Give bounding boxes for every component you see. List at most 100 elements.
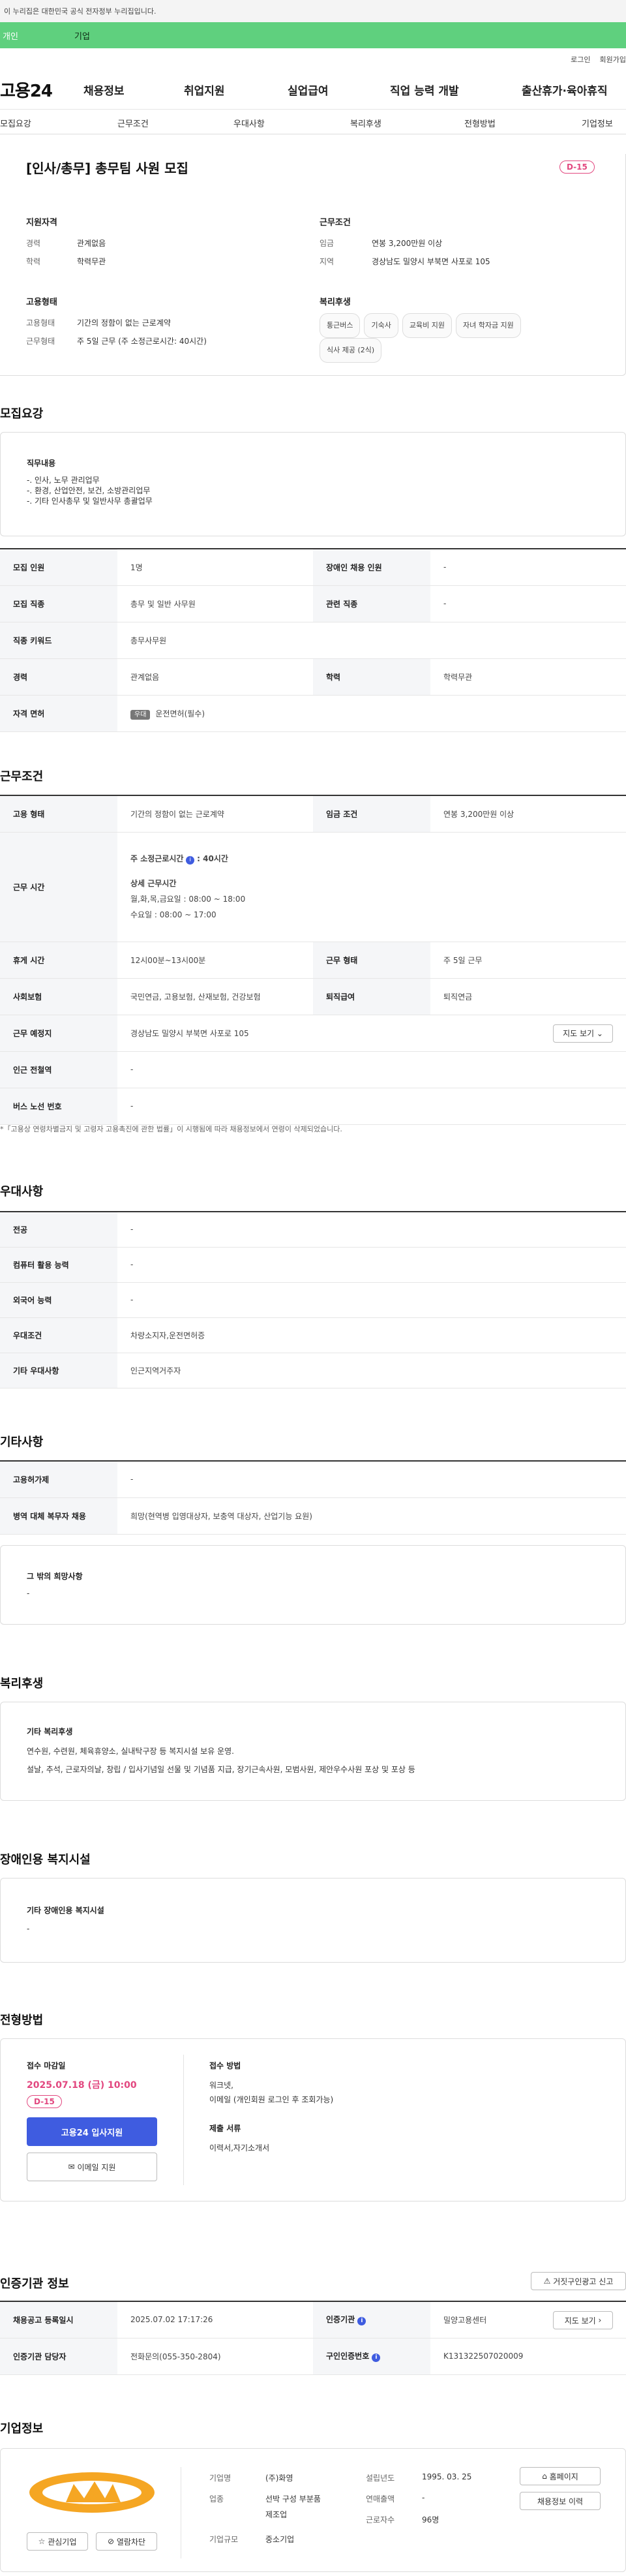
- subnav-prefer[interactable]: 우대사항: [233, 117, 265, 129]
- cell-value: 인근지역거주자: [117, 1353, 626, 1388]
- agency-section-title: 인증기관 정보: [0, 2277, 69, 2291]
- cell-label: 인증기관: [326, 2315, 355, 2325]
- gnb-item-vocational-training[interactable]: 직업 능력 개발: [390, 82, 459, 98]
- homepage-button[interactable]: ⌂ 홈페이지: [520, 2467, 601, 2485]
- etc-section-title: 기타사항: [0, 1435, 44, 1449]
- gnb-item-employment-support[interactable]: 취업지원: [184, 82, 225, 98]
- cell-label: 고용 형태: [0, 795, 117, 833]
- map-button[interactable]: 지도 보기 ⌄: [553, 1024, 613, 1043]
- cell-value: 전화문의(055-350-2804): [117, 2338, 313, 2375]
- cell-label: 근무 시간: [0, 832, 117, 942]
- cell-value: 학력무관: [430, 658, 626, 696]
- job-title: [인사/총무] 총무팀 사원 모집: [26, 161, 188, 176]
- gnb-item-parental-leave[interactable]: 출산휴가·육아휴직: [522, 82, 608, 98]
- gnb-item-unemployment-benefit[interactable]: 실업급여: [288, 82, 329, 98]
- region-label: 지역: [320, 257, 335, 266]
- info-icon[interactable]: i: [372, 2354, 381, 2362]
- table-row: 모집 직종 총무 및 일반 사무원 관련 직종 -: [0, 585, 626, 622]
- cell-label: 모집 직종: [0, 585, 117, 622]
- table-row: 근무 예정지 경상남도 밀양시 부북면 사포로 105 지도 보기 ⌄: [0, 1015, 626, 1052]
- welfare-chip: 기숙사: [364, 313, 398, 338]
- prefer-section-title: 우대사항: [0, 1185, 44, 1199]
- agency-label-cell: 인증기관 i: [313, 2301, 430, 2338]
- disabled-box: 기타 장애인용 복지시설 -: [0, 1878, 626, 1963]
- method-line: 워크넷,: [209, 2081, 233, 2090]
- job-history-button[interactable]: 채용정보 이력: [520, 2492, 601, 2510]
- company-name-value: (주)화영: [265, 2474, 293, 2483]
- industry-label: 업종: [209, 2494, 224, 2504]
- signup-link[interactable]: 회원가입: [600, 54, 626, 65]
- cell-value: 1명: [117, 549, 313, 586]
- favorite-company-button[interactable]: ☆ 관심기업: [27, 2532, 88, 2551]
- recruit-section-title: 모집요강: [0, 407, 44, 421]
- login-link[interactable]: 로그인: [571, 54, 590, 65]
- table-row: 모집 인원 1명 장애인 채용 인원 -: [0, 549, 626, 586]
- benefit-line: 설날, 추석, 근로자의날, 창립 / 입사기념일 선물 및 기념품 지급, 장…: [27, 1765, 415, 1774]
- est-value: 1995. 03. 25: [422, 2472, 472, 2481]
- conditions-section-title: 근무조건: [0, 770, 44, 784]
- hours-main: 주 소정근로시간: [130, 854, 184, 863]
- welfare-chips: 통근버스 기숙사 교육비 지원 자녀 학자금 지원 식사 제공 (2식): [320, 313, 606, 363]
- cell-label: 버스 노선 번호: [0, 1088, 117, 1125]
- company-logo-image: [29, 2472, 155, 2513]
- disabled-value: -: [27, 1924, 30, 1933]
- tab-personal[interactable]: 개인: [0, 29, 72, 42]
- agency-value-cell: 밀양고용센터 지도 보기 ›: [430, 2301, 626, 2338]
- career-label: 경력: [26, 239, 41, 248]
- emptype-value: 기간의 정함이 없는 근로계약: [77, 318, 171, 328]
- cell-value: 국민연금, 고용보험, 산재보험, 건강보험: [117, 978, 313, 1015]
- duty-line: -. 인사, 노무 관리업무: [27, 476, 100, 485]
- subnav-benefits[interactable]: 복리후생: [350, 117, 381, 129]
- cell-value: -: [117, 1461, 626, 1498]
- table-row: 자격 면허 우대 운전면허(필수): [0, 695, 626, 732]
- cell-label: 전공: [0, 1212, 117, 1248]
- cell-value: 주 5일 근무: [430, 942, 626, 979]
- subnav-process[interactable]: 전형방법: [464, 117, 496, 129]
- cell-label: 인증기관 담당자: [0, 2338, 117, 2375]
- edu-label: 학력: [26, 257, 41, 266]
- subnav-recruit[interactable]: 모집요강: [0, 117, 31, 129]
- cell-value: 희망(현역병 입영대상자, 보충역 대상자, 산업기능 요원): [117, 1497, 626, 1535]
- disabled-heading: 기타 장애인용 복지시설: [27, 1906, 104, 1915]
- cell-value: 차량소지자,운전면허증: [117, 1317, 626, 1353]
- cell-value: -: [117, 1247, 626, 1283]
- info-icon[interactable]: i: [186, 856, 195, 865]
- subnav-company[interactable]: 기업정보: [582, 117, 613, 129]
- home-icon: ⌂: [542, 2472, 547, 2481]
- top-tab-bar: 개인 기업: [0, 22, 626, 48]
- cell-value: K131322507020009: [430, 2338, 626, 2375]
- info-icon[interactable]: i: [357, 2317, 366, 2326]
- table-row: 고용 형태 기간의 정함이 없는 근로계약 임금 조건 연봉 3,200만원 이…: [0, 795, 626, 833]
- dday-badge: D-15: [559, 161, 595, 174]
- tab-company[interactable]: 기업: [72, 29, 90, 42]
- cell-label: 임금 조건: [313, 795, 430, 833]
- company-logo: [27, 2470, 157, 2515]
- cell-value: -: [117, 1088, 626, 1125]
- gnb-item-jobs[interactable]: 채용정보: [83, 82, 125, 98]
- cell-label: 외국어 능력: [0, 1282, 117, 1318]
- work-heading: 근무조건: [320, 218, 351, 228]
- report-button[interactable]: ⚠ 거짓구인광고 신고: [531, 2272, 626, 2290]
- block-view-button[interactable]: ⊘ 열람차단: [96, 2532, 157, 2551]
- cell-label: 기타 우대사항: [0, 1353, 117, 1388]
- employee-count-value: 96명: [422, 2515, 440, 2524]
- industry-value: 선박 구성 부분품: [265, 2494, 321, 2504]
- apply-button[interactable]: 고용24 입사지원: [27, 2117, 157, 2146]
- cell-label: 병역 대체 복무자 채용: [0, 1497, 117, 1535]
- email-apply-button[interactable]: ✉ 이메일 지원: [27, 2153, 157, 2181]
- chevron-down-icon: ⌄: [596, 1028, 603, 1038]
- docs-value: 이력서,자기소개서: [209, 2143, 270, 2153]
- region-value: 경상남도 밀양시 부북면 사포로 105: [372, 257, 490, 266]
- agency-map-button[interactable]: 지도 보기 ›: [553, 2311, 613, 2329]
- license-tag: 우대: [130, 709, 151, 720]
- util-links: 로그인 회원가입: [0, 48, 626, 70]
- subnav-conditions[interactable]: 근무조건: [117, 117, 149, 129]
- benefit-section-title: 복리후생: [0, 1677, 44, 1691]
- cell-label: 학력: [313, 658, 430, 696]
- cell-label: 모집 인원: [0, 549, 117, 586]
- cell-value: 총무사무원: [117, 622, 626, 659]
- emptype-label: 고용형태: [26, 318, 55, 328]
- cell-label: 휴게 시간: [0, 942, 117, 979]
- logo[interactable]: 고용24: [0, 78, 53, 102]
- star-icon: ☆: [38, 2537, 46, 2546]
